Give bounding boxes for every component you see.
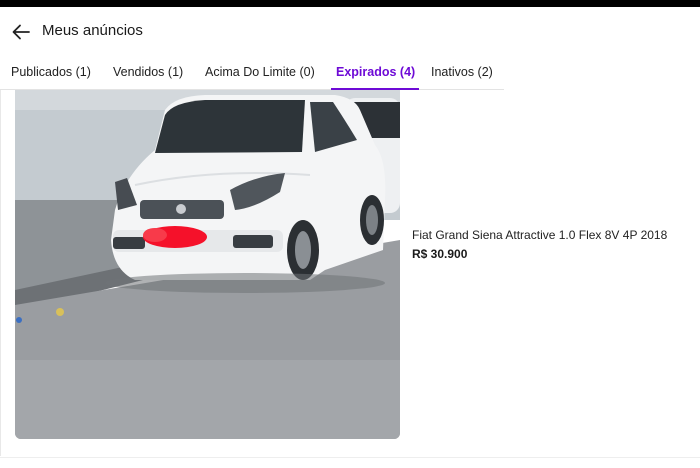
tab-acima-do-limite[interactable]: Acima Do Limite (0)	[205, 65, 315, 79]
app-bar: Meus anúncios	[0, 7, 700, 57]
listing-title[interactable]: Fiat Grand Siena Attractive 1.0 Flex 8V …	[412, 228, 667, 242]
back-arrow-icon[interactable]	[10, 21, 32, 43]
tab-bar: Publicados (1) Vendidos (1) Acima Do Lim…	[0, 57, 504, 90]
status-strip	[0, 0, 700, 7]
listing-card[interactable]: Fiat Grand Siena Attractive 1.0 Flex 8V …	[0, 90, 700, 456]
list-divider	[0, 457, 700, 458]
listing-photo[interactable]	[15, 90, 400, 439]
listing-price: R$ 30.900	[412, 247, 468, 261]
tab-expirados[interactable]: Expirados (4)	[336, 65, 415, 79]
tab-vendidos[interactable]: Vendidos (1)	[113, 65, 183, 79]
tab-publicados[interactable]: Publicados (1)	[11, 65, 91, 79]
tab-inativos[interactable]: Inativos (2)	[431, 65, 493, 79]
card-divider	[0, 90, 1, 456]
listing-info: Fiat Grand Siena Attractive 1.0 Flex 8V …	[412, 228, 667, 261]
page-title: Meus anúncios	[42, 22, 143, 39]
